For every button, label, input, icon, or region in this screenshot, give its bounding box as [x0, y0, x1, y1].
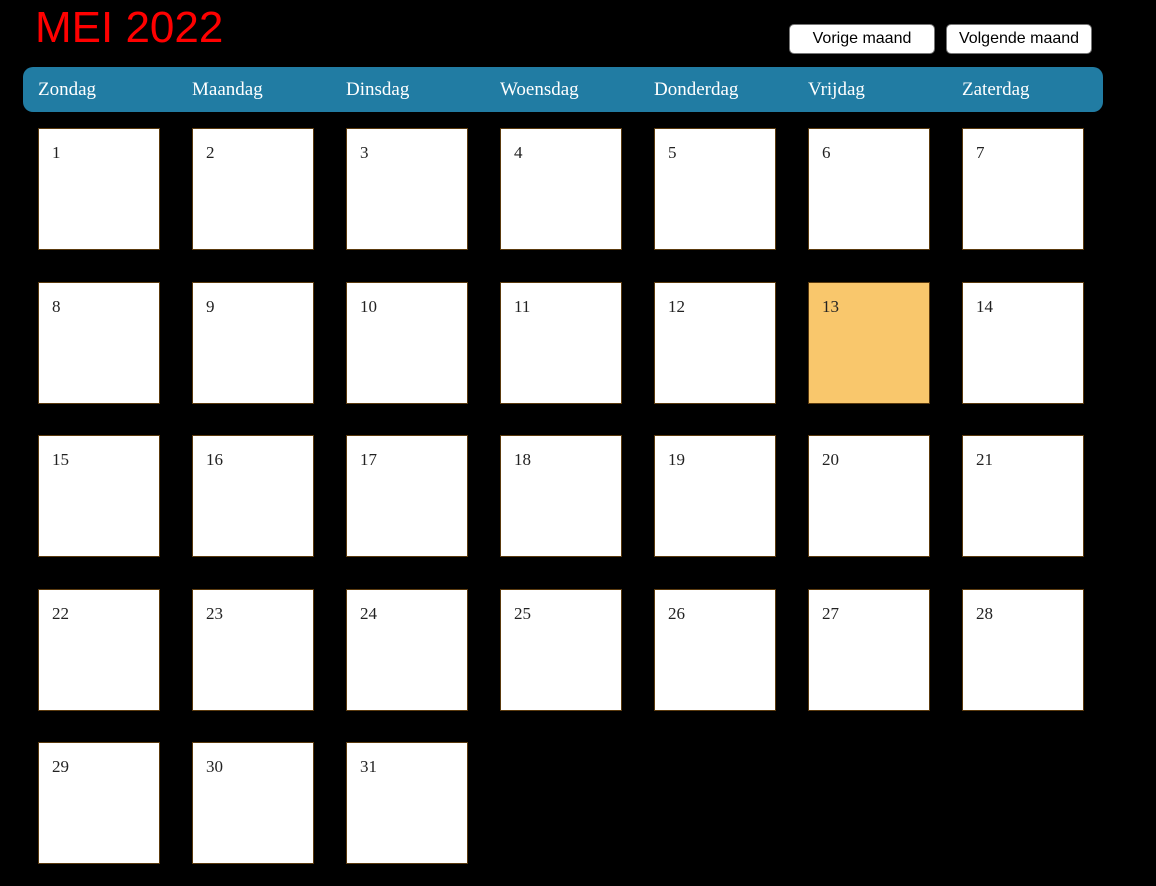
day-number: 16	[206, 450, 223, 469]
day-number: 7	[976, 143, 985, 162]
day-number: 12	[668, 297, 685, 316]
day-number: 13	[822, 297, 839, 316]
calendar-app: MEI 2022 Vorige maand Volgende maand Zon…	[0, 0, 1156, 886]
day-number: 19	[668, 450, 685, 469]
day-number: 11	[514, 297, 531, 316]
day-cell[interactable]: 4	[500, 128, 622, 250]
weekday-dinsdag: Dinsdag	[346, 79, 410, 100]
day-number: 22	[52, 604, 69, 623]
day-cell[interactable]: 30	[192, 742, 314, 864]
day-cell[interactable]: 16	[192, 435, 314, 557]
day-cell[interactable]: 11	[500, 282, 622, 404]
day-cell[interactable]: 25	[500, 589, 622, 711]
weekday-woensdag: Woensdag	[500, 79, 579, 100]
day-number: 1	[52, 143, 61, 162]
day-cell[interactable]: 28	[962, 589, 1084, 711]
day-cell-today[interactable]: 13	[808, 282, 930, 404]
day-number: 18	[514, 450, 531, 469]
day-cell[interactable]: 12	[654, 282, 776, 404]
previous-month-button[interactable]: Vorige maand	[789, 24, 935, 54]
day-number: 10	[360, 297, 377, 316]
day-number: 8	[52, 297, 61, 316]
day-number: 27	[822, 604, 839, 623]
day-cell[interactable]: 7	[962, 128, 1084, 250]
day-cell[interactable]: 21	[962, 435, 1084, 557]
day-cell[interactable]: 29	[38, 742, 160, 864]
day-cell[interactable]: 15	[38, 435, 160, 557]
day-number: 30	[206, 757, 223, 776]
day-number: 9	[206, 297, 215, 316]
day-cell[interactable]: 9	[192, 282, 314, 404]
day-cell[interactable]: 14	[962, 282, 1084, 404]
day-number: 14	[976, 297, 993, 316]
next-month-button[interactable]: Volgende maand	[946, 24, 1092, 54]
day-number: 17	[360, 450, 377, 469]
day-number: 23	[206, 604, 223, 623]
weekday-header: Zondag Maandag Dinsdag Woensdag Donderdag Vri…	[23, 67, 1103, 112]
day-number: 21	[976, 450, 993, 469]
day-cell[interactable]: 26	[654, 589, 776, 711]
day-cell[interactable]: 20	[808, 435, 930, 557]
day-cell[interactable]: 31	[346, 742, 468, 864]
day-cell[interactable]: 24	[346, 589, 468, 711]
day-cell[interactable]: 27	[808, 589, 930, 711]
day-cell[interactable]: 10	[346, 282, 468, 404]
day-cell[interactable]: 6	[808, 128, 930, 250]
day-cell[interactable]: 1	[38, 128, 160, 250]
day-cell[interactable]: 22	[38, 589, 160, 711]
day-number: 2	[206, 143, 215, 162]
day-number: 26	[668, 604, 685, 623]
weekday-maandag: Maandag	[192, 79, 263, 100]
day-number: 24	[360, 604, 377, 623]
weekday-vrijdag: Vrijdag	[808, 79, 865, 100]
day-number: 31	[360, 757, 377, 776]
day-cell[interactable]: 19	[654, 435, 776, 557]
day-number: 20	[822, 450, 839, 469]
day-number: 15	[52, 450, 69, 469]
day-number: 5	[668, 143, 677, 162]
day-number: 25	[514, 604, 531, 623]
day-cell[interactable]: 23	[192, 589, 314, 711]
day-cell[interactable]: 17	[346, 435, 468, 557]
weekday-zaterdag: Zaterdag	[962, 79, 1030, 100]
day-cell[interactable]: 3	[346, 128, 468, 250]
weekday-zondag: Zondag	[38, 79, 97, 100]
day-number: 4	[514, 143, 523, 162]
weekday-donderdag: Donderdag	[654, 79, 739, 100]
day-cell[interactable]: 2	[192, 128, 314, 250]
day-cell[interactable]: 18	[500, 435, 622, 557]
day-cell[interactable]: 5	[654, 128, 776, 250]
day-number: 3	[360, 143, 369, 162]
month-title: MEI 2022	[35, 3, 224, 52]
day-number: 28	[976, 604, 993, 623]
day-number: 6	[822, 143, 831, 162]
day-cell[interactable]: 8	[38, 282, 160, 404]
day-number: 29	[52, 757, 69, 776]
